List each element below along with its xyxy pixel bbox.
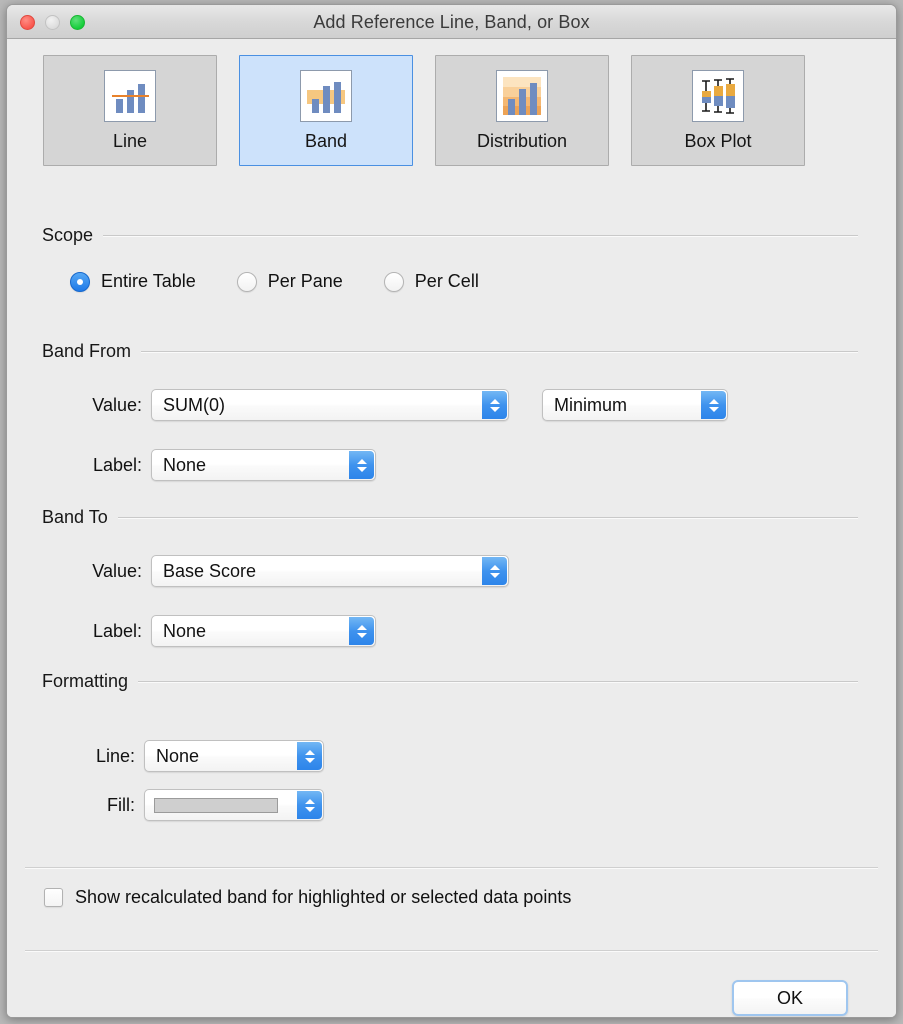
dialog-window: Add Reference Line, Band, or Box Line Ba…: [6, 4, 897, 1018]
band-from-label-label: Label:: [92, 454, 142, 475]
band-to-section-header: Band To: [42, 507, 858, 528]
distribution-chart-icon: [496, 69, 548, 122]
formatting-line-row: Line: None: [52, 740, 324, 772]
type-button-distribution[interactable]: Distribution: [435, 55, 609, 166]
band-to-value-label: Value:: [92, 560, 142, 581]
type-button-box-plot-label: Box Plot: [684, 130, 752, 151]
fill-color-swatch: [154, 797, 278, 813]
band-from-section-header: Band From: [42, 341, 858, 362]
band-from-label-text: None: [163, 454, 207, 475]
band-to-label-stepper-icon[interactable]: [349, 617, 374, 645]
formatting-line-popup[interactable]: None: [144, 740, 324, 772]
type-button-box-plot[interactable]: Box Plot: [631, 55, 805, 166]
radio-entire-table-label: Entire Table: [101, 271, 196, 291]
type-button-band[interactable]: Band: [239, 55, 413, 166]
dialog-body: Line Band Distribution Box Plot Scope En…: [7, 39, 896, 1017]
title-bar: Add Reference Line, Band, or Box: [7, 5, 896, 39]
band-from-value-label: Value:: [92, 394, 142, 415]
reference-type-selector: Line Band Distribution Box Plot: [43, 55, 805, 166]
band-to-value-popup[interactable]: Base Score: [151, 555, 509, 587]
formatting-fill-stepper-icon[interactable]: [297, 791, 322, 819]
band-from-label-row: Label: None: [52, 449, 376, 481]
band-from-divider: [141, 351, 858, 352]
scope-divider: [103, 235, 858, 236]
band-from-title: Band From: [42, 341, 132, 361]
band-to-value-stepper-icon[interactable]: [482, 557, 507, 585]
formatting-divider: [138, 681, 858, 682]
scope-radio-group: Entire Table Per Pane Per Cell: [70, 271, 509, 292]
band-to-title: Band To: [42, 507, 108, 527]
scope-section-header: Scope: [42, 225, 858, 246]
formatting-line-stepper-icon[interactable]: [297, 742, 322, 770]
band-from-value-popup[interactable]: SUM(0): [151, 389, 509, 421]
type-button-line[interactable]: Line: [43, 55, 217, 166]
box-plot-chart-icon: [692, 69, 744, 122]
band-to-value-row: Value: Base Score: [52, 555, 509, 587]
band-to-divider: [117, 517, 858, 518]
footer-divider: [25, 950, 878, 951]
band-to-value-text: Base Score: [163, 560, 257, 581]
radio-entire-table[interactable]: [70, 271, 90, 292]
band-from-value-row: Value: SUM(0) Minimum: [52, 389, 728, 421]
line-chart-icon: [104, 69, 156, 122]
band-from-value-stepper-icon[interactable]: [482, 391, 507, 419]
ok-button[interactable]: OK: [732, 980, 848, 1016]
radio-per-cell[interactable]: [383, 271, 404, 292]
band-from-value-text: SUM(0): [163, 394, 225, 415]
formatting-fill-popup[interactable]: [144, 789, 324, 821]
band-to-label-popup[interactable]: None: [151, 615, 376, 647]
formatting-line-text: None: [156, 745, 200, 766]
type-button-line-label: Line: [112, 130, 148, 151]
formatting-title: Formatting: [42, 671, 129, 691]
recalculated-band-checkbox-row[interactable]: Show recalculated band for highlighted o…: [44, 887, 571, 908]
radio-per-cell-label: Per Cell: [414, 271, 479, 291]
radio-per-pane-label: Per Pane: [267, 271, 343, 291]
band-to-label-row: Label: None: [52, 615, 376, 647]
type-button-distribution-label: Distribution: [476, 130, 568, 151]
band-to-label-label: Label:: [92, 620, 142, 641]
scope-title: Scope: [42, 225, 94, 245]
radio-per-pane[interactable]: [236, 271, 257, 292]
band-from-label-stepper-icon[interactable]: [349, 451, 374, 479]
formatting-bottom-divider: [25, 867, 878, 868]
recalculated-band-checkbox[interactable]: [44, 888, 63, 907]
band-from-label-popup[interactable]: None: [151, 449, 376, 481]
formatting-line-label: Line:: [95, 745, 135, 766]
type-button-band-label: Band: [304, 130, 348, 151]
formatting-section-header: Formatting: [42, 671, 858, 692]
band-from-aggregation-text: Minimum: [554, 394, 628, 415]
band-from-aggregation-stepper-icon[interactable]: [701, 391, 726, 419]
window-title: Add Reference Line, Band, or Box: [313, 12, 590, 32]
formatting-fill-row: Fill:: [52, 789, 324, 821]
recalculated-band-label: Show recalculated band for highlighted o…: [75, 887, 572, 907]
band-from-aggregation-popup[interactable]: Minimum: [542, 389, 728, 421]
band-to-label-text: None: [163, 620, 207, 641]
formatting-fill-label: Fill:: [107, 794, 135, 815]
band-chart-icon: [300, 69, 352, 122]
